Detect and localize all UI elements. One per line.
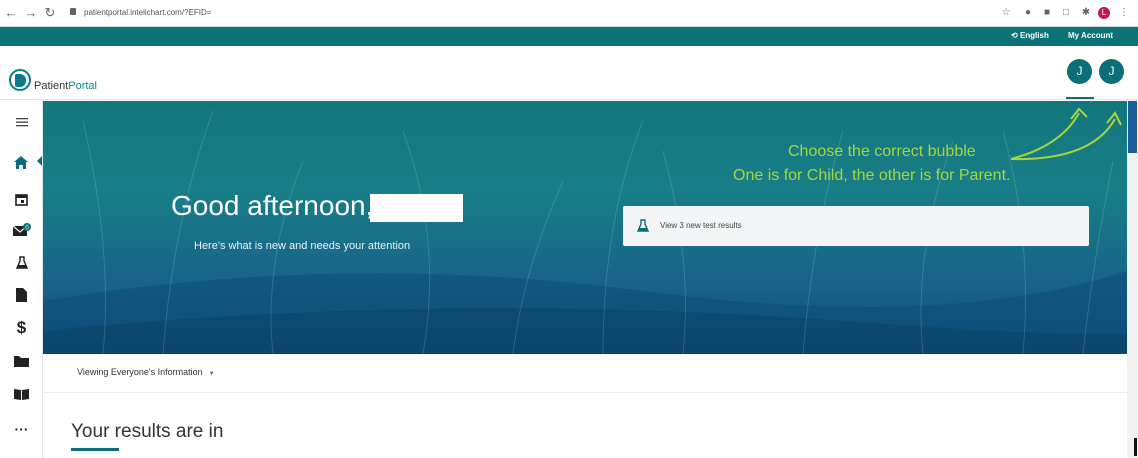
hero-banner: Good afternoon, Here's what is new and n…: [43, 101, 1127, 354]
annotation-arrows: [1010, 107, 1122, 161]
sidebar-item-messages[interactable]: 0: [0, 215, 43, 245]
sidebar-item-files[interactable]: [0, 346, 43, 376]
account-bubble-first[interactable]: J: [1067, 59, 1092, 84]
greeting-text: Good afternoon,: [171, 190, 374, 221]
annotation-line-1: Choose the correct bubble: [788, 143, 976, 160]
dollar-icon: $: [16, 318, 27, 337]
puzzle-icon[interactable]: ✱: [1080, 7, 1092, 19]
sidebar-item-lab-results[interactable]: [0, 248, 43, 278]
sidebar-menu-toggle[interactable]: [0, 107, 43, 137]
heading-underline: [71, 448, 119, 451]
browser-toolbar: ← → ↻ patientportal.intelichart.com/?EFI…: [0, 0, 1138, 27]
forward-icon[interactable]: →: [24, 5, 38, 21]
active-arrow-icon: [37, 156, 42, 166]
annotation-line-2: One is for Child, the other is for Paren…: [733, 167, 1011, 184]
section-divider: [43, 392, 1127, 393]
more-icon: ···: [14, 421, 29, 437]
greeting-subtitle: Here's what is new and needs your attent…: [194, 240, 411, 252]
reload-icon[interactable]: ↻: [43, 5, 57, 21]
viewing-filter-dropdown[interactable]: Viewing Everyone's Information ▼: [77, 367, 215, 377]
new-test-results-card[interactable]: View 3 new test results: [623, 206, 1089, 246]
sidebar-item-home[interactable]: [0, 147, 43, 177]
profile-avatar[interactable]: L: [1098, 7, 1110, 19]
language-label: English: [1019, 31, 1049, 40]
sidebar-item-more[interactable]: ···: [0, 414, 43, 444]
logo-prefix: Patient: [34, 80, 69, 92]
extension-icon[interactable]: ●: [1022, 7, 1034, 19]
test-results-label: View 3 new test results: [660, 221, 742, 230]
folder-icon: [14, 356, 29, 367]
patientportal-logo-icon: [9, 69, 31, 91]
home-icon: [13, 156, 28, 169]
calendar-icon: [15, 193, 28, 206]
document-icon: [16, 288, 27, 302]
caret-down-icon: ▼: [208, 371, 215, 377]
extension-icon[interactable]: ■: [1041, 7, 1053, 19]
sidebar-item-documents[interactable]: [0, 280, 43, 310]
logo-text[interactable]: PatientPortal: [34, 80, 97, 92]
flask-icon: [637, 219, 649, 232]
scrollbar-thumb[interactable]: [1128, 101, 1137, 153]
logo-suffix: Portal: [68, 80, 97, 92]
sidebar-item-billing[interactable]: $: [0, 313, 43, 343]
viewing-label: Viewing Everyone's Information: [77, 367, 203, 377]
flask-icon: [15, 256, 28, 269]
mail-icon: 0: [12, 223, 31, 236]
my-account-link[interactable]: My Account: [1068, 31, 1113, 40]
top-bar: ⟲ English My Account: [0, 27, 1138, 46]
active-bubble-indicator: [1066, 97, 1094, 99]
site-header: PatientPortal J J: [0, 46, 1138, 100]
sidebar-item-library[interactable]: [0, 379, 43, 409]
hamburger-icon: [15, 118, 28, 127]
star-icon[interactable]: ☆: [1000, 7, 1012, 19]
menu-dots-icon[interactable]: ⋮: [1118, 7, 1130, 19]
extension-icon[interactable]: □: [1060, 7, 1072, 19]
back-icon[interactable]: ←: [4, 5, 18, 21]
patient-name-redacted: [370, 194, 463, 222]
text-cursor: [1134, 438, 1137, 456]
page-scrollbar[interactable]: [1127, 101, 1138, 458]
account-bubble-second[interactable]: J: [1099, 59, 1124, 84]
address-bar[interactable]: patientportal.intelichart.com/?EFID=: [66, 4, 986, 22]
sidebar-item-calendar[interactable]: [0, 184, 43, 214]
book-icon: [14, 389, 29, 400]
language-selector[interactable]: ⟲ English: [1011, 31, 1049, 40]
sidebar-nav: 0 $ ···: [0, 100, 43, 458]
results-heading: Your results are in: [71, 421, 224, 442]
